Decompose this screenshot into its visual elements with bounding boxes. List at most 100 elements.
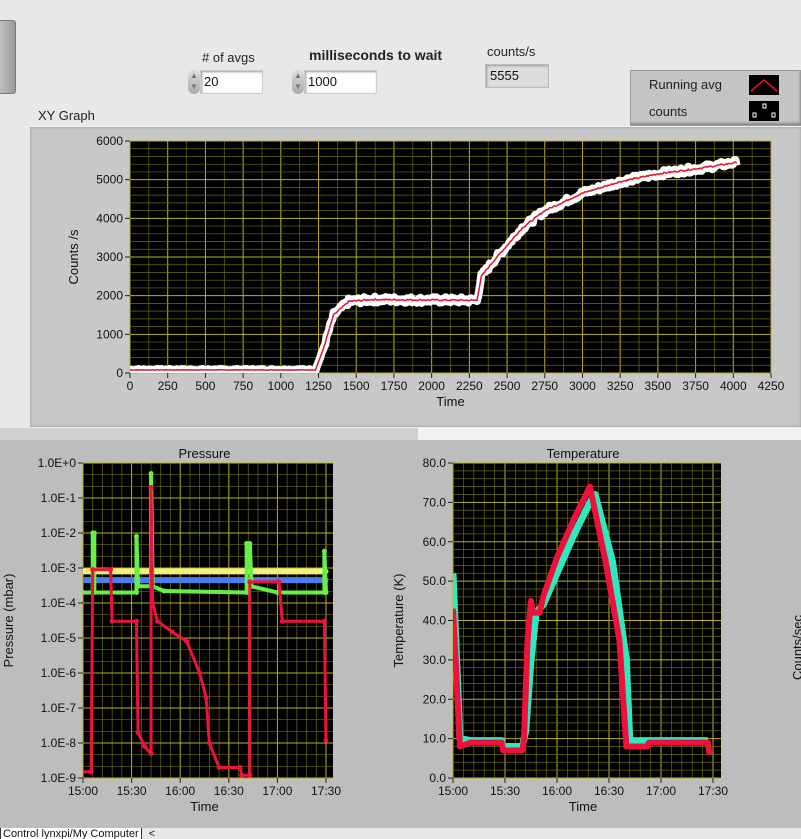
y-tick-label: 3000 bbox=[96, 250, 123, 264]
data-point bbox=[247, 541, 253, 547]
chart-title: Temperature bbox=[547, 446, 620, 461]
x-tick-label: 17:30 bbox=[698, 784, 728, 798]
data-point bbox=[321, 548, 327, 554]
y-tick-label: 20.0 bbox=[423, 692, 447, 706]
counts-sec-label: Counts/sec bbox=[790, 614, 801, 681]
x-tick-label: 2500 bbox=[494, 379, 521, 393]
x-tick-label: 15:00 bbox=[438, 784, 468, 798]
y-tick-label: 1.0E-3 bbox=[41, 561, 77, 575]
data-point bbox=[323, 737, 329, 743]
status-target[interactable]: Control lynxpi/My Computer bbox=[0, 828, 142, 839]
y-tick-label: 10.0 bbox=[423, 732, 447, 746]
data-point bbox=[237, 764, 243, 770]
y-tick-label: 30.0 bbox=[423, 653, 447, 667]
data-point bbox=[184, 638, 190, 644]
data-point bbox=[135, 729, 141, 735]
y-tick-label: 1.0E+0 bbox=[38, 456, 77, 470]
y-tick-label: 1.0E-8 bbox=[41, 736, 77, 750]
data-point bbox=[203, 694, 209, 700]
y-tick-label: 1.0E-6 bbox=[41, 666, 77, 680]
y-tick-label: 40.0 bbox=[423, 614, 447, 628]
data-point bbox=[247, 579, 253, 585]
chart-2: 15:00 15:30 16:00 16:30 17:00 17:30 0.0 10.0 20.… bbox=[391, 446, 728, 814]
data-point bbox=[206, 740, 212, 746]
x-tick-label: 2000 bbox=[418, 379, 445, 393]
x-tick-label: 250 bbox=[158, 379, 178, 393]
x-tick-label: 500 bbox=[195, 379, 215, 393]
data-point bbox=[216, 764, 222, 770]
data-point bbox=[108, 567, 114, 573]
x-axis-label: Time bbox=[436, 394, 464, 409]
x-tick-label: 750 bbox=[233, 379, 253, 393]
data-point bbox=[83, 568, 86, 574]
chart-0: 0 250 500 750 1000 1250 1500 1750 2000 2250 2500 27… bbox=[66, 134, 785, 409]
x-tick-label: 16:00 bbox=[165, 784, 195, 798]
data-point bbox=[109, 618, 115, 624]
data-point bbox=[83, 769, 86, 775]
x-tick-label: 16:30 bbox=[214, 784, 244, 798]
y-axis-label: Temperature (K) bbox=[391, 574, 406, 668]
status-scroll-arrow[interactable]: < bbox=[149, 828, 155, 839]
y-tick-label: 6000 bbox=[96, 134, 123, 148]
data-point bbox=[148, 751, 154, 757]
data-point bbox=[142, 743, 148, 749]
y-tick-label: 1.0E-5 bbox=[41, 631, 77, 645]
x-tick-label: 4000 bbox=[720, 379, 747, 393]
y-tick-label: 5000 bbox=[96, 173, 123, 187]
y-tick-label: 0.0 bbox=[429, 771, 446, 785]
data-point bbox=[155, 618, 161, 624]
y-tick-label: 70.0 bbox=[423, 495, 447, 509]
x-tick-label: 3250 bbox=[607, 379, 634, 393]
data-point bbox=[133, 533, 139, 539]
x-tick-label: 17:00 bbox=[262, 784, 292, 798]
x-axis-label: Time bbox=[190, 799, 218, 814]
x-tick-label: 1000 bbox=[267, 379, 294, 393]
y-tick-label: 80.0 bbox=[423, 456, 447, 470]
data-point bbox=[148, 484, 154, 490]
data-point bbox=[133, 589, 139, 595]
x-tick-label: 3500 bbox=[645, 379, 672, 393]
x-tick-label: 1500 bbox=[343, 379, 370, 393]
data-point bbox=[161, 588, 167, 594]
y-tick-label: 1.0E-4 bbox=[41, 596, 77, 610]
data-point bbox=[276, 579, 282, 585]
data-point bbox=[88, 769, 94, 775]
x-tick-label: 2250 bbox=[456, 379, 483, 393]
data-point bbox=[279, 618, 285, 624]
x-tick-label: 15:00 bbox=[68, 784, 98, 798]
x-tick-label: 3750 bbox=[682, 379, 709, 393]
y-tick-label: 2000 bbox=[96, 289, 123, 303]
data-point bbox=[323, 589, 329, 595]
x-tick-label: 17:30 bbox=[311, 784, 341, 798]
data-point bbox=[150, 600, 156, 606]
data-point bbox=[321, 618, 327, 624]
x-tick-label: 3000 bbox=[569, 379, 596, 393]
chart-1: 15:00 15:30 16:00 16:30 17:00 17:30 1.0E+0 1.0E… bbox=[1, 446, 341, 814]
y-tick-label: 60.0 bbox=[423, 535, 447, 549]
y-tick-label: 0 bbox=[116, 366, 123, 380]
x-tick-label: 16:30 bbox=[594, 784, 624, 798]
chart-title: Pressure bbox=[178, 446, 230, 461]
x-tick-label: 4250 bbox=[758, 379, 785, 393]
x-tick-label: 0 bbox=[127, 379, 134, 393]
x-tick-label: 17:00 bbox=[646, 784, 676, 798]
data-point bbox=[91, 530, 97, 536]
y-tick-label: 1.0E-1 bbox=[41, 491, 77, 505]
x-axis-label: Time bbox=[569, 799, 597, 814]
y-tick-label: 1000 bbox=[96, 327, 123, 341]
data-point bbox=[83, 589, 86, 595]
y-tick-label: 50.0 bbox=[423, 574, 447, 588]
x-tick-label: 2750 bbox=[531, 379, 558, 393]
data-point bbox=[169, 629, 175, 635]
y-tick-label: 1.0E-7 bbox=[41, 701, 77, 715]
x-tick-label: 16:00 bbox=[542, 784, 572, 798]
x-tick-label: 15:30 bbox=[490, 784, 520, 798]
data-point bbox=[83, 577, 86, 583]
y-tick-label: 1.0E-9 bbox=[41, 771, 77, 785]
data-point bbox=[133, 618, 139, 624]
x-tick-label: 1750 bbox=[381, 379, 408, 393]
status-bar: Control lynxpi/My Computer < bbox=[0, 828, 801, 839]
x-tick-label: 15:30 bbox=[117, 784, 147, 798]
y-axis-label: Pressure (mbar) bbox=[1, 574, 16, 668]
y-tick-label: 4000 bbox=[96, 211, 123, 225]
